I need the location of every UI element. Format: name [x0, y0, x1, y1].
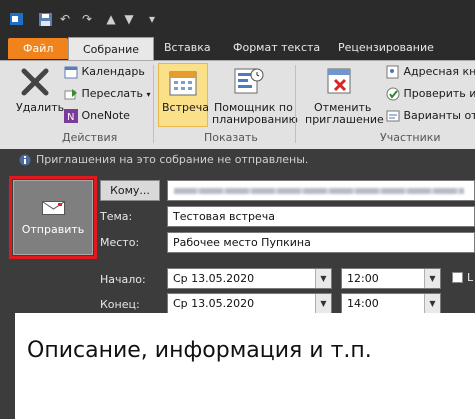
start-date-picker[interactable]: Ср 13.05.2020 ▼ [167, 268, 332, 289]
meeting-view-label: Встреча [162, 101, 209, 114]
delete-button[interactable]: Удалить [16, 101, 64, 114]
all-day-checkbox[interactable] [452, 272, 463, 283]
info-bar: Приглашения на это собрание не отправлен… [0, 149, 475, 171]
onenote-button[interactable]: N OneNote [64, 109, 130, 123]
meeting-calendar-icon [169, 69, 197, 100]
check-names-icon [386, 87, 400, 101]
end-date-value: Ср 13.05.2020 [173, 297, 255, 310]
end-time-picker[interactable]: 14:00 ▼ [341, 293, 441, 314]
forward-label: Переслать [81, 87, 144, 100]
check-names-button[interactable]: Проверить им [386, 87, 475, 101]
location-field[interactable]: Рабочее место Пупкина [167, 232, 475, 253]
chevron-down-icon[interactable]: ▼ [315, 269, 331, 288]
svg-text:N: N [67, 112, 74, 123]
group-label-show: Показать [204, 131, 258, 144]
outlook-app-icon [10, 12, 24, 26]
group-separator [153, 65, 154, 143]
cancel-invitation-label-2[interactable]: приглашение [305, 113, 384, 126]
end-time-value: 14:00 [347, 297, 379, 310]
end-label: Конец: [100, 298, 140, 311]
to-field[interactable] [167, 180, 475, 201]
location-label: Место: [100, 236, 140, 249]
up-arrow-icon[interactable]: ▲ [104, 12, 118, 26]
redo-icon[interactable]: ↷ [80, 12, 94, 26]
start-date-value: Ср 13.05.2020 [173, 272, 255, 285]
response-options-label: Варианты от [403, 109, 475, 122]
subject-field[interactable]: Тестовая встреча [167, 206, 475, 227]
response-options-button[interactable]: Варианты от [386, 109, 475, 123]
scheduling-assistant-icon[interactable] [234, 67, 264, 100]
subject-label: Тема: [100, 210, 133, 223]
chevron-down-icon: ▾ [146, 90, 151, 99]
customize-quick-access-icon[interactable]: ▾ [145, 12, 159, 26]
calendar-label: Календарь [81, 65, 145, 78]
chevron-down-icon[interactable]: ▼ [424, 269, 440, 288]
chevron-down-icon[interactable]: ▼ [424, 294, 440, 313]
forward-icon [64, 87, 78, 101]
info-bar-text: Приглашения на это собрание не отправлен… [36, 153, 309, 166]
end-date-picker[interactable]: Ср 13.05.2020 ▼ [167, 293, 332, 314]
ribbon: Удалить Календарь Переслать ▾ N OneNote … [0, 60, 475, 150]
down-arrow-icon[interactable]: ▼ [122, 12, 136, 26]
title-bar: ↶ ↷ ▲ ▼ ▾ [0, 0, 475, 36]
delete-icon[interactable] [20, 67, 50, 100]
tab-review[interactable]: Рецензирование [330, 36, 442, 60]
to-button[interactable]: Кому... [100, 180, 160, 201]
calendar-icon [64, 65, 78, 79]
forward-button[interactable]: Переслать ▾ [64, 87, 151, 101]
all-day-label: L [467, 271, 474, 284]
save-icon[interactable] [38, 12, 52, 26]
cancel-invitation-icon[interactable] [326, 67, 354, 100]
group-label-actions: Действия [62, 131, 118, 144]
message-body-editor[interactable] [15, 313, 475, 419]
address-book-icon [386, 65, 400, 79]
tab-format-text[interactable]: Формат текста [225, 36, 328, 60]
info-icon [19, 154, 31, 169]
start-time-picker[interactable]: 12:00 ▼ [341, 268, 441, 289]
ribbon-tabs: Файл Собрание Вставка Формат текста Реце… [0, 36, 475, 61]
tab-insert[interactable]: Вставка [156, 36, 219, 60]
group-separator [295, 65, 296, 143]
calendar-button[interactable]: Календарь [64, 65, 145, 79]
recipients-redacted [174, 188, 464, 194]
scheduling-assistant-label-2[interactable]: планированию [212, 113, 298, 126]
onenote-icon: N [64, 109, 78, 123]
undo-icon[interactable]: ↶ [58, 12, 72, 26]
tab-file[interactable]: Файл [8, 38, 69, 59]
send-button-highlight [9, 176, 97, 259]
start-time-value: 12:00 [347, 272, 379, 285]
start-label: Начало: [100, 273, 146, 286]
address-book-label: Адресная кни [403, 65, 475, 78]
address-book-button[interactable]: Адресная кни [386, 65, 475, 79]
check-names-label: Проверить им [403, 87, 475, 100]
response-options-icon [386, 109, 400, 123]
message-body-text: Описание, информация и т.п. [27, 338, 372, 363]
group-label-attendees: Участники [380, 131, 441, 144]
chevron-down-icon[interactable]: ▼ [315, 294, 331, 313]
onenote-label: OneNote [81, 109, 130, 122]
tab-meeting[interactable]: Собрание [68, 37, 155, 61]
